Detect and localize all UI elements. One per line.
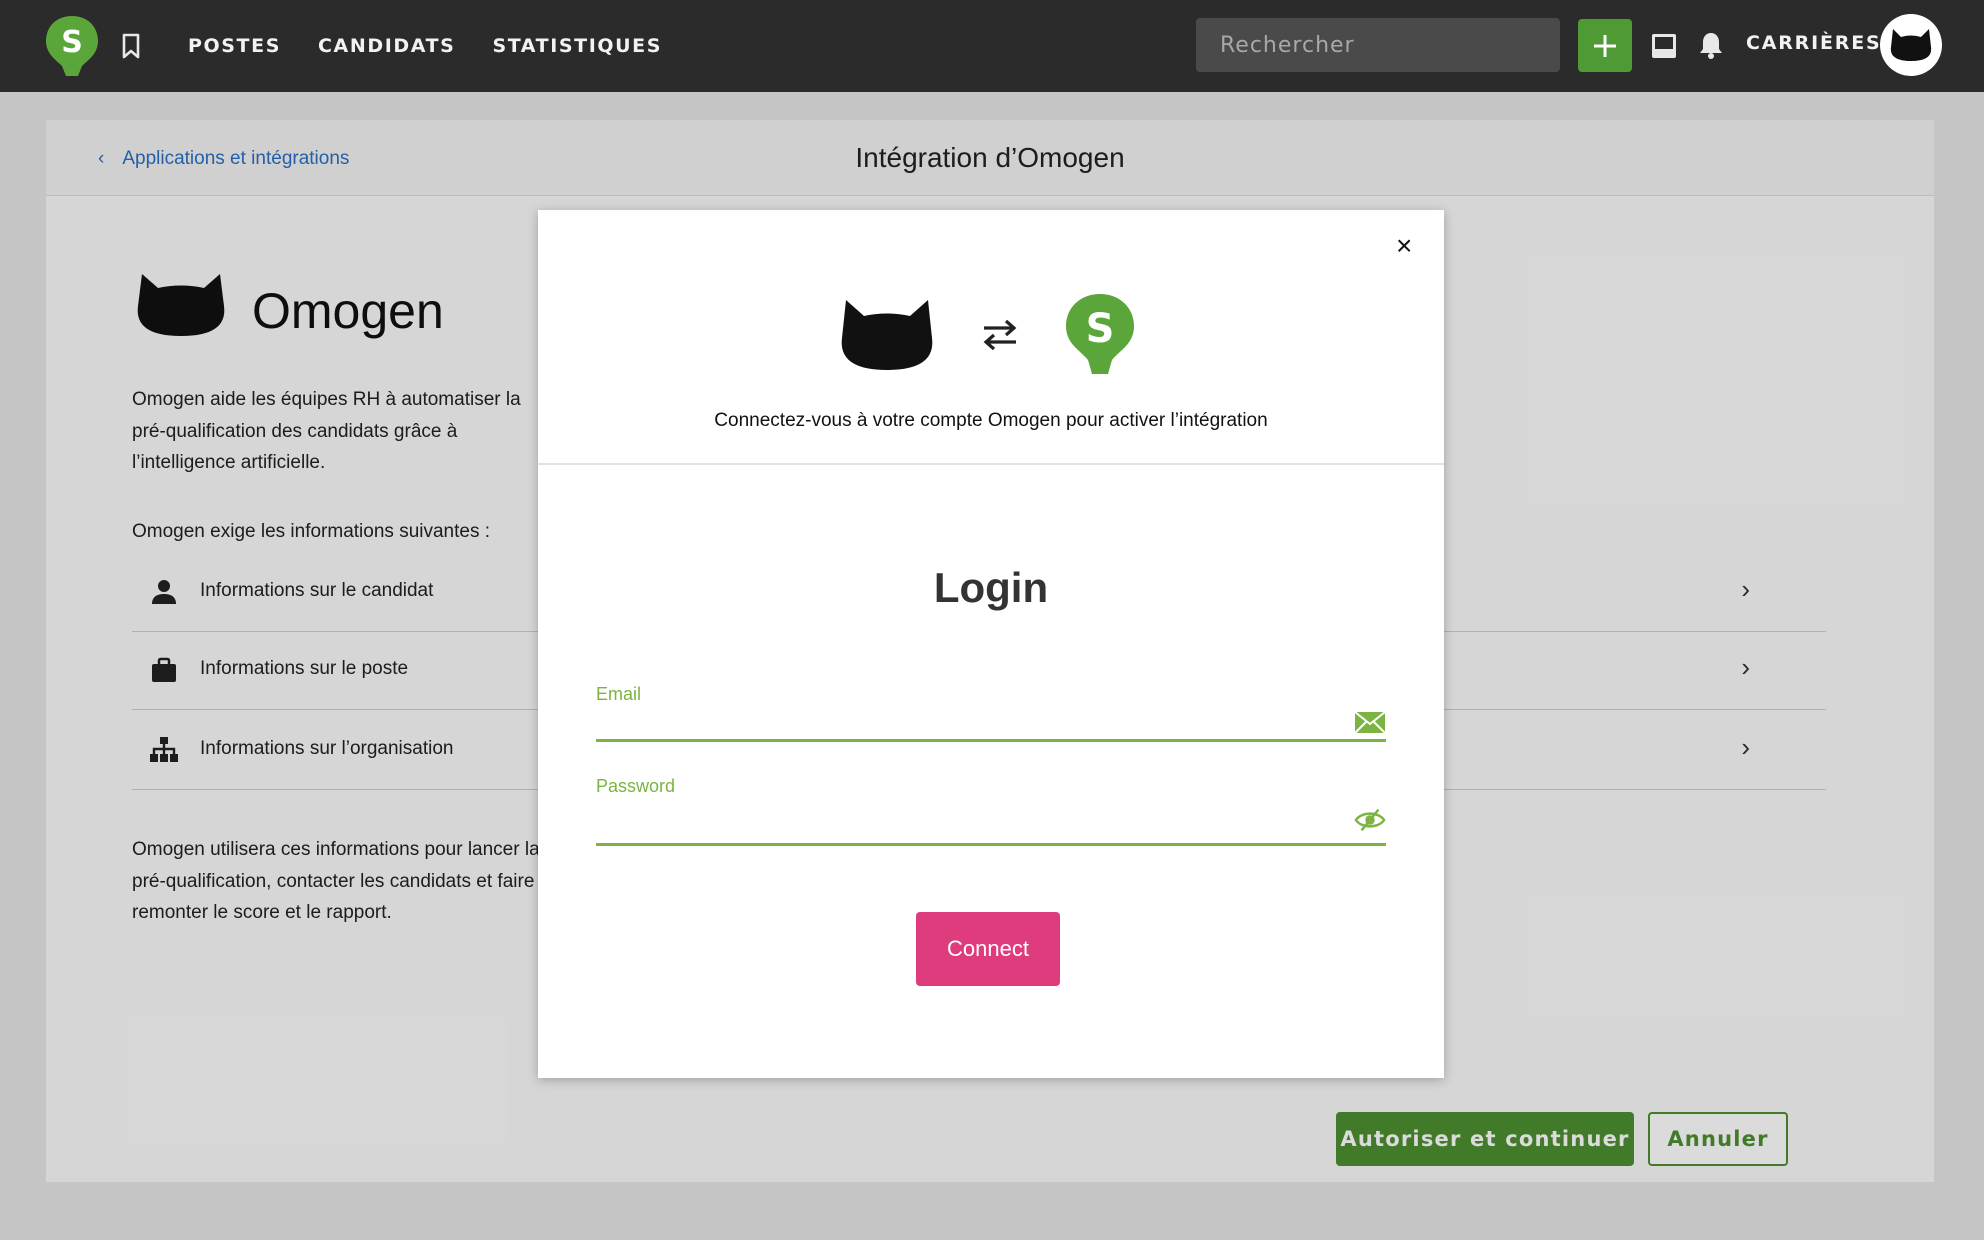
email-label: Email xyxy=(596,684,642,704)
top-navigation-bar: S POSTES CANDIDATS STATISTIQUES CARRIÈRE… xyxy=(0,0,1984,92)
password-input[interactable] xyxy=(596,807,1336,837)
nav-statistiques[interactable]: STATISTIQUES xyxy=(492,35,662,57)
password-label: Password xyxy=(596,776,676,796)
brand-letter: S xyxy=(61,25,83,60)
email-field: Email xyxy=(596,672,1386,742)
connect-button[interactable]: Connect xyxy=(916,912,1060,986)
modal-subtitle: Connectez-vous à votre compte Omogen pou… xyxy=(714,410,1268,431)
avatar[interactable] xyxy=(1880,14,1942,76)
eye-slash-icon[interactable] xyxy=(1354,806,1386,834)
envelope-icon xyxy=(1354,711,1386,734)
nav-candidats[interactable]: CANDIDATS xyxy=(318,35,455,57)
nav-postes[interactable]: POSTES xyxy=(188,35,281,57)
swap-arrows-icon xyxy=(983,319,1017,351)
modal-divider xyxy=(538,463,1444,465)
login-title: Login xyxy=(933,564,1049,611)
inbox-icon[interactable] xyxy=(1650,32,1678,60)
cat-avatar-icon xyxy=(1890,29,1932,61)
email-input[interactable] xyxy=(596,703,1336,733)
omogen-logo-icon xyxy=(841,300,933,370)
brand-letter: S xyxy=(1086,306,1115,352)
careers-link[interactable]: CARRIÈRES xyxy=(1746,32,1881,54)
plus-icon xyxy=(1594,34,1616,57)
bell-icon[interactable] xyxy=(1698,30,1724,60)
bookmark-icon[interactable] xyxy=(118,32,144,60)
brand-logo-icon: S xyxy=(1066,294,1134,374)
login-modal: × S Connectez-vous à votre compte Omogen… xyxy=(538,210,1444,1078)
add-button[interactable] xyxy=(1578,19,1632,72)
close-icon[interactable]: × xyxy=(1396,232,1412,260)
main-nav: POSTES CANDIDATS STATISTIQUES xyxy=(188,0,662,92)
search-input[interactable] xyxy=(1196,18,1560,72)
brand-logo-icon[interactable]: S xyxy=(44,14,100,78)
password-field: Password xyxy=(596,764,1386,846)
